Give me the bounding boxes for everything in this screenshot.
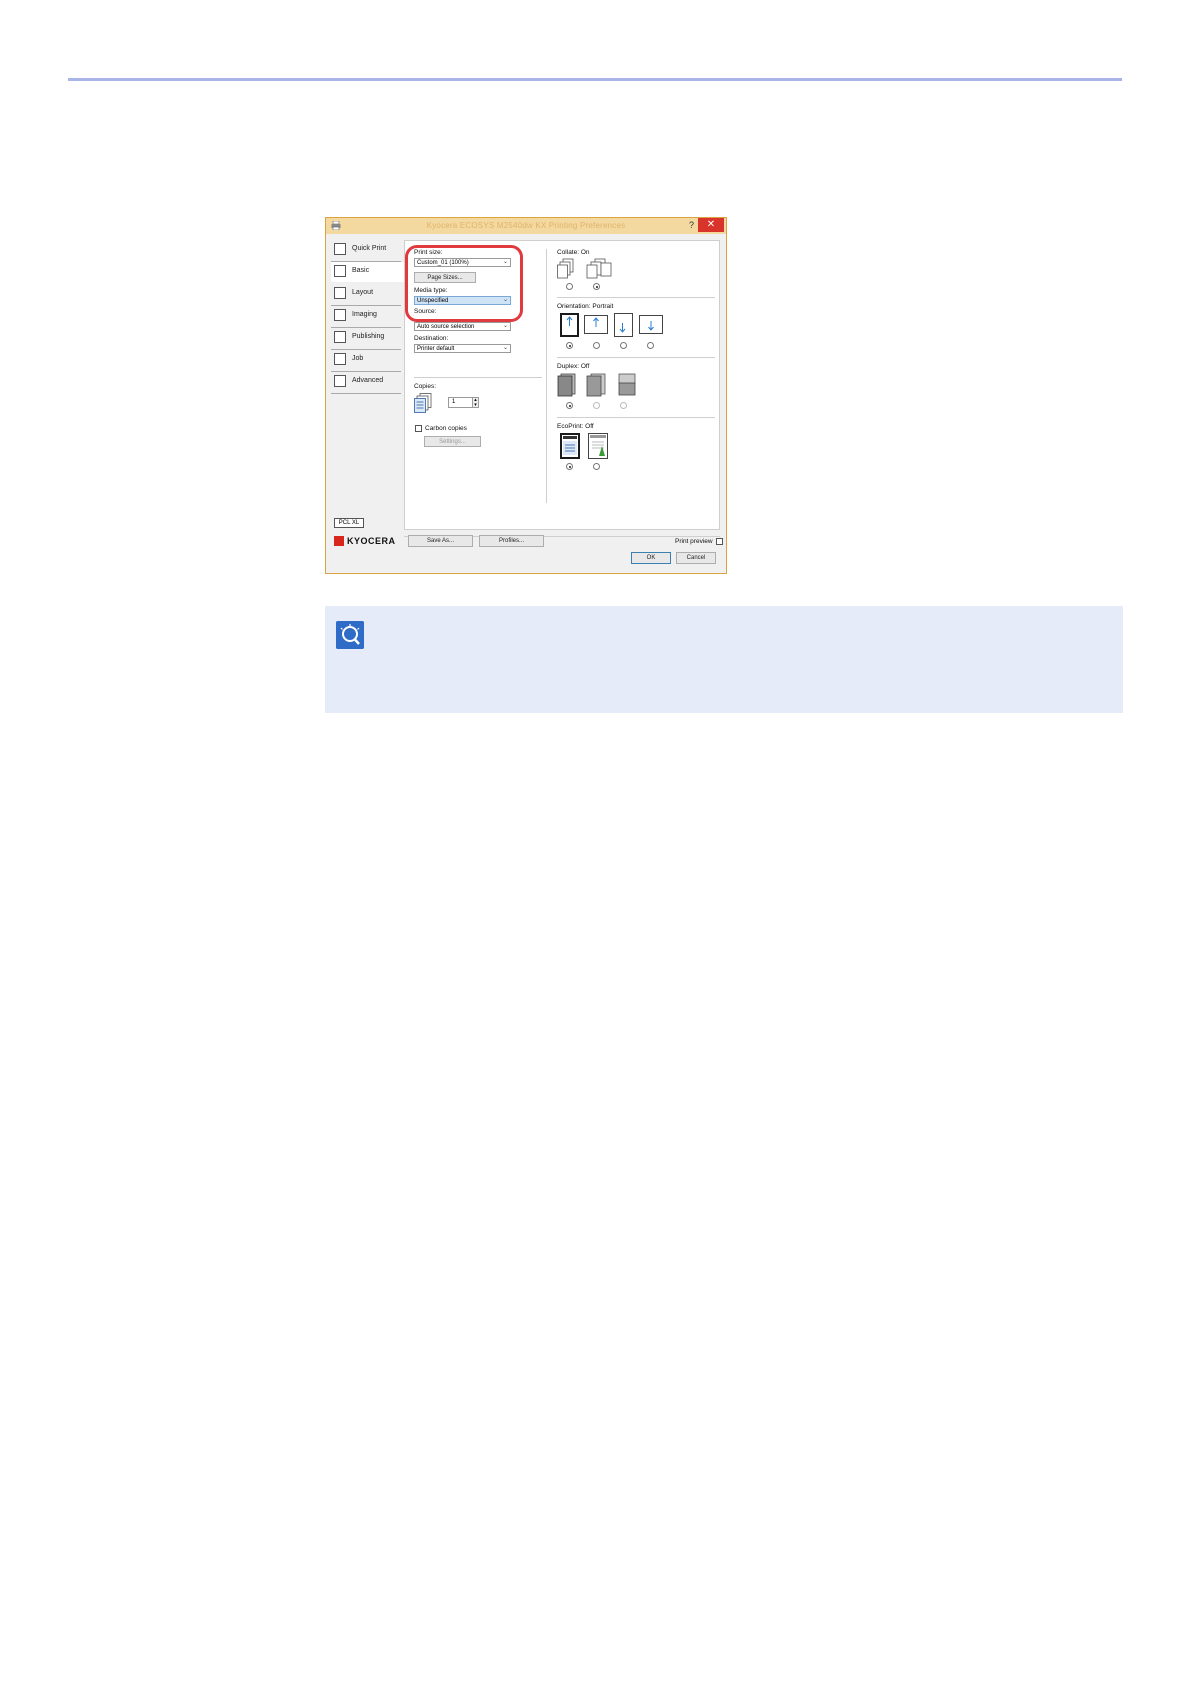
panel-divider [546, 249, 547, 503]
duplex-short-edge-radio[interactable] [620, 402, 627, 409]
chevron-down-icon: ⌄ [502, 323, 508, 329]
copies-stepper[interactable]: ▴ ▾ [472, 397, 479, 408]
orientation-landscape-rotated-radio[interactable] [647, 342, 654, 349]
job-icon [334, 353, 346, 365]
leaf-document-icon [590, 435, 606, 456]
destination-value: Printer default [417, 346, 455, 352]
destination-select[interactable]: Printer default ⌄ [414, 344, 511, 353]
duplex-long-edge-radio[interactable] [593, 402, 600, 409]
ok-button[interactable]: OK [631, 552, 671, 564]
tab-advanced[interactable]: Advanced [331, 372, 401, 392]
arrow-up-icon [593, 317, 599, 327]
publishing-icon [334, 331, 346, 343]
tab-sidebar: Quick Print Basic Layout Imaging Publish… [331, 240, 404, 510]
collate-label: Collate: On [557, 249, 590, 256]
tab-divider [331, 393, 401, 394]
landscape-rotated-icon [639, 315, 663, 334]
landscape-icon [584, 315, 608, 334]
tab-label: Advanced [352, 377, 384, 384]
tab-publishing[interactable]: Publishing [331, 328, 401, 348]
tab-quick-print[interactable]: Quick Print [331, 240, 401, 260]
print-preview-checkbox[interactable] [716, 538, 723, 545]
tab-layout[interactable]: Layout [331, 284, 401, 304]
printing-preferences-dialog: Kyocera ECOSYS M2540dw KX Printing Prefe… [325, 217, 727, 574]
kyocera-logo-icon [334, 536, 344, 546]
carbon-settings-button[interactable]: Settings... [424, 436, 481, 447]
print-preview-label: Print preview [675, 538, 713, 545]
tab-label: Publishing [352, 333, 385, 340]
orientation-label: Orientation: Portrait [557, 303, 614, 310]
tab-label: Layout [352, 289, 374, 296]
dialog-title: Kyocera ECOSYS M2540dw KX Printing Prefe… [426, 221, 626, 230]
highlight-callout [405, 245, 523, 322]
orientation-portrait-radio[interactable] [566, 342, 573, 349]
kyocera-logo: KYOCERA [334, 535, 396, 547]
note-box [325, 606, 1123, 713]
tab-label: Basic [352, 267, 370, 274]
dialog-titlebar: Kyocera ECOSYS M2540dw KX Printing Prefe… [326, 218, 726, 234]
carbon-copies-checkbox[interactable] [415, 425, 422, 432]
arrow-down-icon [619, 323, 626, 333]
tab-label: Quick Print [352, 245, 387, 252]
layout-icon [334, 287, 346, 299]
ecoprint-off-icon [560, 433, 580, 459]
carbon-copies-label: Carbon copies [425, 425, 467, 432]
source-value: Auto source selection [417, 324, 475, 330]
copies-icon [414, 393, 432, 413]
ecoprint-off-radio[interactable] [566, 463, 573, 470]
orientation-landscape-radio[interactable] [593, 342, 600, 349]
tab-label: Imaging [352, 311, 377, 318]
save-as-button[interactable]: Save As... [408, 535, 473, 547]
help-button[interactable]: ? [689, 220, 694, 230]
brand-name: KYOCERA [347, 536, 396, 546]
ecoprint-on-radio[interactable] [593, 463, 600, 470]
duplex-icons [557, 373, 636, 397]
imaging-icon [334, 309, 346, 321]
portrait-rotated-icon [614, 313, 633, 337]
document-icon [563, 436, 577, 455]
arrow-down-icon [648, 321, 654, 331]
collate-icons [557, 258, 612, 279]
cancel-button[interactable]: Cancel [676, 552, 716, 564]
section-divider [557, 417, 715, 418]
tip-icon [336, 621, 364, 649]
advanced-icon [334, 375, 346, 387]
arrow-up-icon [566, 316, 573, 326]
basic-icon [334, 265, 346, 277]
duplex-label: Duplex: Off [557, 363, 590, 370]
section-divider [557, 357, 715, 358]
copies-label: Copies: [414, 383, 437, 390]
tab-job[interactable]: Job [331, 350, 401, 370]
close-button[interactable]: ✕ [698, 218, 724, 232]
portrait-icon [560, 313, 579, 337]
tab-basic[interactable]: Basic [331, 262, 404, 282]
collate-off-radio[interactable] [566, 283, 573, 290]
destination-label: Destination: [414, 335, 449, 342]
source-select[interactable]: Auto source selection ⌄ [414, 322, 511, 331]
section-divider [414, 377, 542, 378]
ecoprint-on-icon [588, 433, 608, 459]
chevron-down-icon: ⌄ [502, 345, 508, 351]
profiles-button[interactable]: Profiles... [479, 535, 544, 547]
pcl-xl-badge: PCL XL [334, 518, 364, 528]
section-divider [557, 297, 715, 298]
tab-imaging[interactable]: Imaging [331, 306, 401, 326]
tab-label: Job [352, 355, 364, 362]
copies-value: 1 [452, 399, 456, 405]
ecoprint-label: EcoPrint: Off [557, 423, 594, 430]
header-rule [68, 78, 1122, 81]
orientation-portrait-rotated-radio[interactable] [620, 342, 627, 349]
quick-print-icon [334, 243, 346, 255]
collate-on-radio[interactable] [593, 283, 600, 290]
duplex-off-radio[interactable] [566, 402, 573, 409]
